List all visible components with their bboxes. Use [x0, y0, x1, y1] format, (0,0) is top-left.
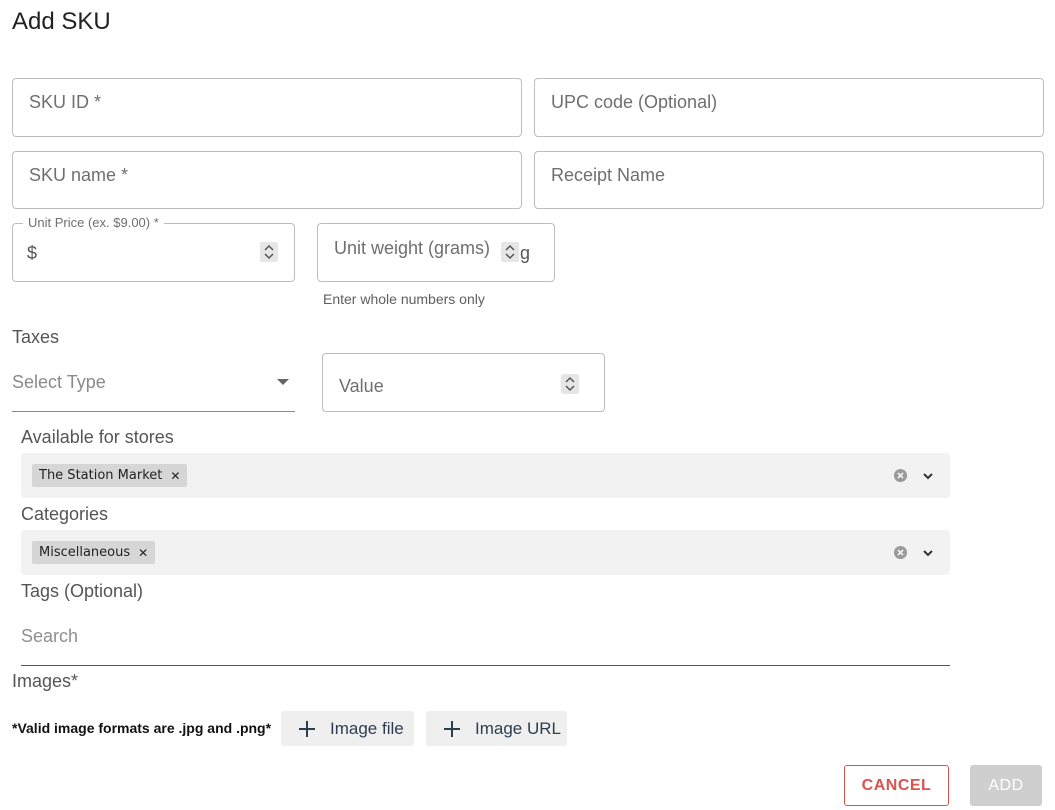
stores-multiselect[interactable]: The Station Market ✕ — [21, 453, 950, 498]
upc-code-field[interactable]: UPC code (Optional) — [534, 78, 1044, 137]
unit-weight-placeholder: Unit weight (grams) — [334, 238, 491, 258]
caret-down-icon — [277, 379, 289, 385]
tags-search — [21, 612, 950, 666]
tax-value-field[interactable]: Value — [322, 353, 605, 412]
add-button[interactable]: ADD — [970, 765, 1042, 806]
cancel-button[interactable]: CANCEL — [844, 765, 949, 806]
image-file-label: Image file — [330, 718, 404, 738]
sku-id-placeholder: SKU ID * — [29, 92, 102, 112]
chevron-down-icon[interactable] — [922, 547, 934, 559]
unit-weight-helper: Enter whole numbers only — [323, 291, 485, 307]
unit-price-field[interactable]: Unit Price (ex. $9.00) * $ — [12, 216, 295, 282]
plus-icon — [444, 720, 460, 737]
image-format-note: *Valid image formats are .jpg and .png* — [12, 720, 272, 736]
sku-id-field[interactable]: SKU ID * — [12, 78, 522, 137]
up-down-spinner-icon[interactable] — [501, 242, 519, 262]
store-chip: The Station Market ✕ — [32, 464, 188, 487]
page-title: Add SKU — [12, 8, 111, 35]
tags-label: Tags (Optional) — [21, 581, 144, 601]
unit-price-label: Unit Price (ex. $9.00) * — [23, 216, 164, 230]
add-sku-dialog: Add SKU SKU ID * UPC code (Optional) SKU… — [0, 0, 1055, 810]
image-url-label: Image URL — [475, 718, 561, 738]
image-file-button[interactable]: Image file — [281, 711, 414, 746]
categories-label: Categories — [21, 504, 109, 524]
images-label: Images* — [12, 671, 79, 691]
taxes-label: Taxes — [12, 327, 60, 347]
category-chip-label: Miscellaneous — [39, 545, 131, 560]
clear-circle-icon[interactable] — [893, 468, 908, 483]
image-url-button[interactable]: Image URL — [426, 711, 567, 746]
close-icon[interactable]: ✕ — [138, 546, 148, 560]
receipt-name-placeholder: Receipt Name — [551, 165, 666, 185]
close-icon[interactable]: ✕ — [170, 469, 180, 483]
currency-prefix: $ — [27, 243, 38, 263]
upc-code-placeholder: UPC code (Optional) — [551, 92, 718, 112]
tags-search-input[interactable] — [21, 624, 621, 648]
tax-type-placeholder: Select Type — [12, 372, 106, 392]
category-chip: Miscellaneous ✕ — [32, 541, 156, 564]
sku-name-field[interactable]: SKU name * — [12, 151, 522, 209]
up-down-spinner-icon[interactable] — [260, 242, 278, 262]
grams-suffix: g — [520, 243, 531, 263]
sku-name-placeholder: SKU name * — [29, 165, 129, 185]
clear-circle-icon[interactable] — [893, 545, 908, 560]
stores-label: Available for stores — [21, 427, 174, 447]
tax-type-select[interactable]: Select Type — [12, 353, 295, 412]
store-chip-label: The Station Market — [39, 468, 163, 483]
tax-value-placeholder: Value — [339, 376, 384, 396]
plus-icon — [299, 720, 315, 737]
chevron-down-icon[interactable] — [922, 470, 934, 482]
up-down-spinner-icon[interactable] — [561, 374, 579, 394]
categories-multiselect[interactable]: Miscellaneous ✕ — [21, 530, 950, 575]
unit-weight-field[interactable]: Unit weight (grams) g — [317, 223, 555, 282]
receipt-name-field[interactable]: Receipt Name — [534, 151, 1044, 209]
